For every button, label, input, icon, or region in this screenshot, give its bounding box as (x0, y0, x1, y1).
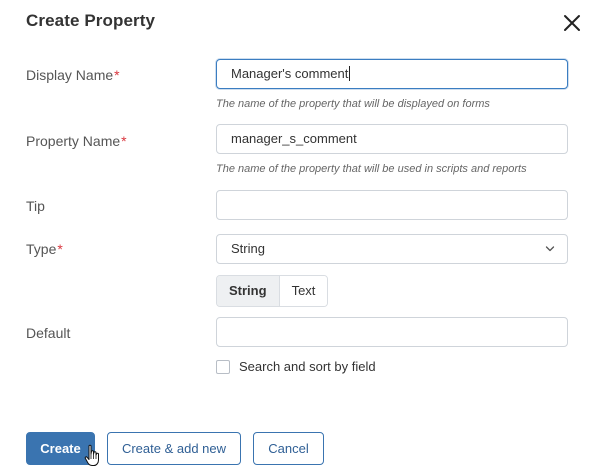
search-sort-checkbox[interactable] (216, 359, 230, 374)
default-label: Default (26, 325, 71, 341)
property-name-hint: The name of the property that will be us… (216, 163, 527, 175)
property-name-value: manager_s_comment (231, 131, 357, 146)
default-input[interactable] (216, 317, 568, 347)
search-sort-row: Search and sort by field (216, 359, 376, 374)
display-name-input[interactable]: Manager's comment (216, 59, 568, 89)
create-add-new-button[interactable]: Create & add new (107, 432, 241, 465)
required-mark: * (114, 67, 120, 83)
type-label: Type* (26, 241, 63, 257)
display-name-value: Manager's comment (231, 66, 349, 81)
type-variant-toggle: String Text (216, 275, 329, 307)
display-name-label: Display Name* (26, 67, 120, 83)
chevron-down-icon (545, 246, 555, 252)
type-label-text: Type (26, 241, 57, 257)
close-icon[interactable] (559, 10, 585, 36)
property-name-label: Property Name* (26, 133, 127, 149)
required-mark: * (121, 133, 127, 149)
create-property-dialog: Create Property Display Name* Manager's … (0, 0, 592, 471)
type-select[interactable]: String (216, 234, 568, 264)
search-sort-label: Search and sort by field (239, 359, 376, 374)
property-name-label-text: Property Name (26, 133, 121, 149)
type-variant-text[interactable]: Text (279, 276, 328, 306)
required-mark: * (57, 241, 63, 257)
display-name-hint: The name of the property that will be di… (216, 98, 490, 110)
cancel-button[interactable]: Cancel (253, 432, 324, 465)
type-variant-string[interactable]: String (217, 276, 280, 306)
tip-label: Tip (26, 198, 45, 214)
type-selected-value: String (231, 241, 265, 256)
create-button[interactable]: Create (26, 432, 95, 465)
tip-input[interactable] (216, 190, 568, 220)
display-name-label-text: Display Name (26, 67, 114, 83)
property-name-input[interactable]: manager_s_comment (216, 124, 568, 154)
dialog-title: Create Property (26, 11, 156, 30)
text-caret (349, 66, 351, 81)
